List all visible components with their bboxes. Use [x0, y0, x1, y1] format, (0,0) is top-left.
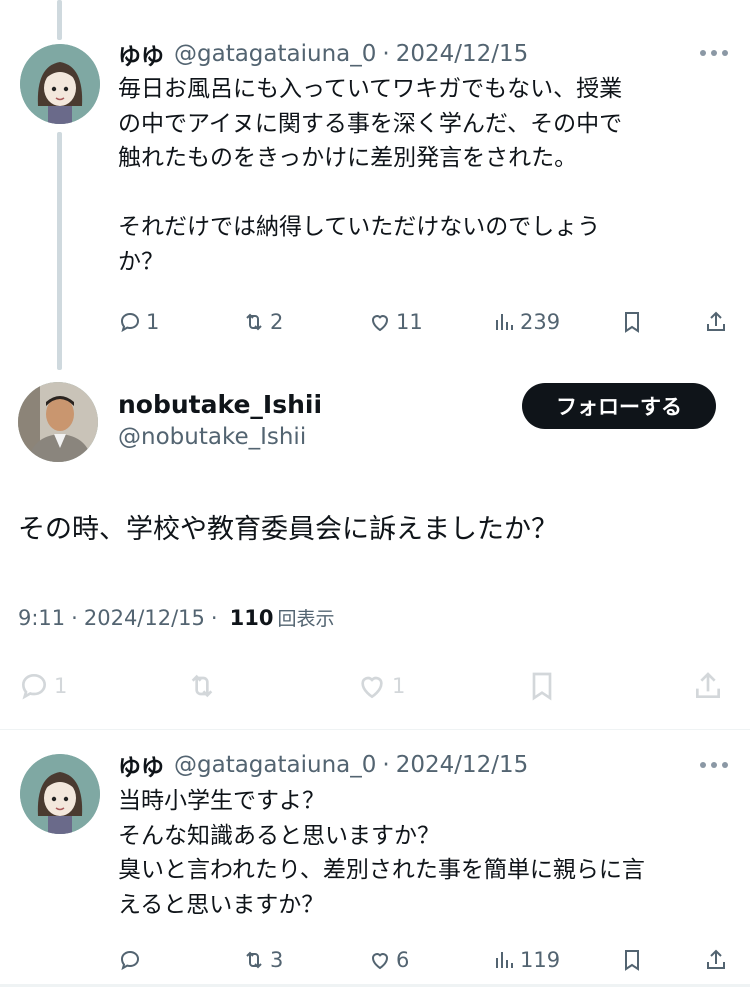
views-label: 回表示 — [277, 608, 335, 630]
user-handle[interactable]: @gatagataiuna_0 — [174, 752, 376, 778]
views-count: 110 — [229, 605, 274, 630]
reply-icon — [21, 673, 47, 700]
share-button[interactable] — [704, 945, 728, 975]
tweet-header: ゆゆ @gatagataiuna_0 · 2024/12/15 — [118, 38, 528, 70]
bookmark-icon — [625, 950, 639, 971]
like-button[interactable]: 6 — [368, 945, 409, 975]
like-button[interactable]: 1 — [356, 671, 405, 701]
tweet-line: それだけでは納得していただけないのでしょう — [118, 214, 601, 240]
tweet-time[interactable]: 9:11 — [18, 606, 65, 630]
like-count: 6 — [396, 948, 410, 972]
user-handle[interactable]: @gatagataiuna_0 — [174, 41, 376, 67]
tweet-date[interactable]: 2024/12/15 — [84, 606, 205, 630]
display-name[interactable]: ゆゆ — [118, 37, 164, 71]
views-chart-icon — [496, 314, 513, 330]
tweet-actions: 1 2 11 239 — [118, 307, 730, 337]
like-button[interactable]: 11 — [368, 307, 423, 337]
tweet-line: の中でアイヌに関する事を深く学んだ、その中で — [118, 110, 623, 137]
reply-button[interactable]: 1 — [118, 307, 159, 337]
share-icon — [707, 949, 725, 969]
like-count: 1 — [392, 674, 406, 698]
retweet-button[interactable]: 3 — [242, 945, 283, 975]
reply-button[interactable]: 1 — [18, 671, 67, 701]
divider — [0, 729, 750, 730]
tweet-line: 毎日お風呂にも入っていてワキガでもない、授業 — [118, 76, 623, 102]
views-button[interactable]: 119 — [492, 945, 560, 975]
tweet-date[interactable]: 2024/12/15 — [396, 752, 529, 778]
retweet-icon — [191, 674, 213, 698]
bookmark-button[interactable] — [526, 671, 558, 701]
retweet-button[interactable] — [186, 671, 218, 701]
tweet-date[interactable]: 2024/12/15 — [396, 41, 529, 67]
tweet-line: 触れたものをきっかけに差別発言をされた。 — [118, 145, 578, 171]
tweet-body: その時、学校や教育委員会に訴えましたか？ — [18, 514, 558, 545]
user-handle[interactable]: @nobutake_Ishii — [118, 424, 306, 450]
separator-dot: · — [382, 41, 390, 67]
like-count: 11 — [396, 310, 423, 334]
avatar-yuyu[interactable] — [20, 44, 100, 124]
tweet-meta: 9:11 · 2024/12/15 · 110 回表示 — [18, 604, 334, 631]
tweet-header: ゆゆ @gatagataiuna_0 · 2024/12/15 — [118, 749, 528, 781]
heart-icon — [371, 315, 389, 332]
tweet-body: 当時小学生ですよ？ そんな知識あると思いますか？ 臭いと言われたり、差別された事… — [118, 784, 718, 922]
tweet-line: そんな知識あると思いますか？ — [118, 822, 440, 849]
reply-count: 1 — [54, 674, 68, 698]
tweet-actions: 3 6 119 — [118, 945, 730, 975]
retweet-icon — [246, 313, 262, 331]
reply-button[interactable] — [118, 945, 142, 975]
tweet-body: 毎日お風呂にも入っていてワキガでもない、授業 の中でアイヌに関する事を深く学んだ… — [118, 72, 718, 279]
separator-dot: · — [210, 605, 218, 630]
tweet-line-blank — [118, 176, 718, 211]
heart-icon — [361, 676, 383, 699]
separator-dot: · — [71, 605, 78, 630]
thread-line-connector — [57, 132, 62, 370]
retweet-button[interactable]: 2 — [242, 307, 283, 337]
share-button[interactable] — [692, 671, 724, 701]
retweet-icon — [246, 951, 262, 969]
share-button[interactable] — [704, 307, 728, 337]
retweet-count: 2 — [270, 310, 284, 334]
reply-count: 1 — [146, 310, 160, 334]
tweet-line: 当時小学生ですよ？ — [118, 788, 325, 814]
tweet-actions: 1 1 — [18, 671, 730, 705]
bookmark-icon — [625, 312, 639, 333]
tweet-line: か？ — [118, 248, 164, 275]
avatar-yuyu[interactable] — [20, 754, 100, 834]
tweet-line: 臭いと言われたり、差別された事を簡単に親らに言 — [118, 857, 645, 883]
views-chart-icon — [496, 952, 513, 968]
bookmark-button[interactable] — [620, 307, 644, 337]
share-icon — [696, 672, 720, 698]
bookmark-icon — [532, 672, 552, 701]
more-dots-icon[interactable] — [700, 48, 728, 58]
share-icon — [707, 311, 725, 331]
display-name[interactable]: ゆゆ — [118, 748, 164, 782]
separator-dot: · — [382, 752, 390, 778]
bookmark-button[interactable] — [620, 945, 644, 975]
avatar-nobutake[interactable] — [18, 382, 98, 462]
reply-icon — [120, 312, 140, 333]
retweet-count: 3 — [270, 948, 284, 972]
views-count: 119 — [520, 948, 561, 972]
follow-button[interactable]: フォローする — [522, 383, 716, 429]
views-count: 239 — [520, 310, 561, 334]
thread-line-top — [57, 0, 62, 40]
more-dots-icon[interactable] — [700, 760, 728, 770]
display-name[interactable]: nobutake_Ishii — [118, 390, 322, 419]
reply-icon — [120, 950, 140, 971]
heart-icon — [371, 953, 389, 970]
tweet-line: えると思いますか？ — [118, 891, 325, 918]
views-button[interactable]: 239 — [492, 307, 560, 337]
